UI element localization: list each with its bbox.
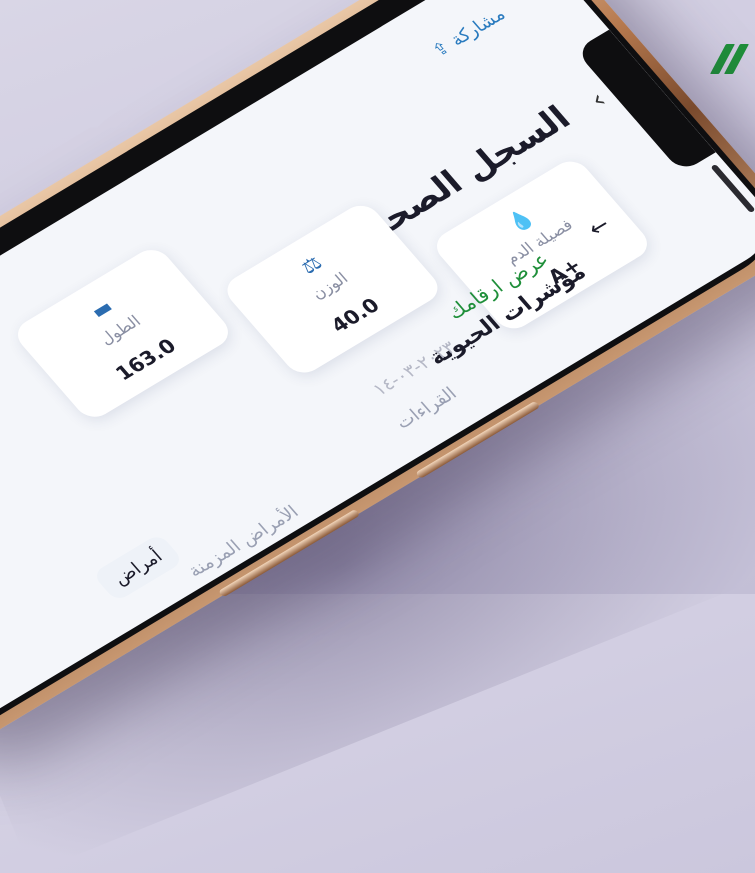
readings-label: القراءات	[391, 383, 462, 434]
disease-chip[interactable]: أمراض	[91, 533, 185, 603]
share-label: مشاركة	[446, 4, 510, 51]
back-chevron-icon[interactable]: ›	[584, 86, 613, 114]
vital-card-height[interactable]: ▬ الطول 163.0	[10, 243, 236, 424]
share-button[interactable]: مشاركة ⇪	[428, 4, 510, 61]
